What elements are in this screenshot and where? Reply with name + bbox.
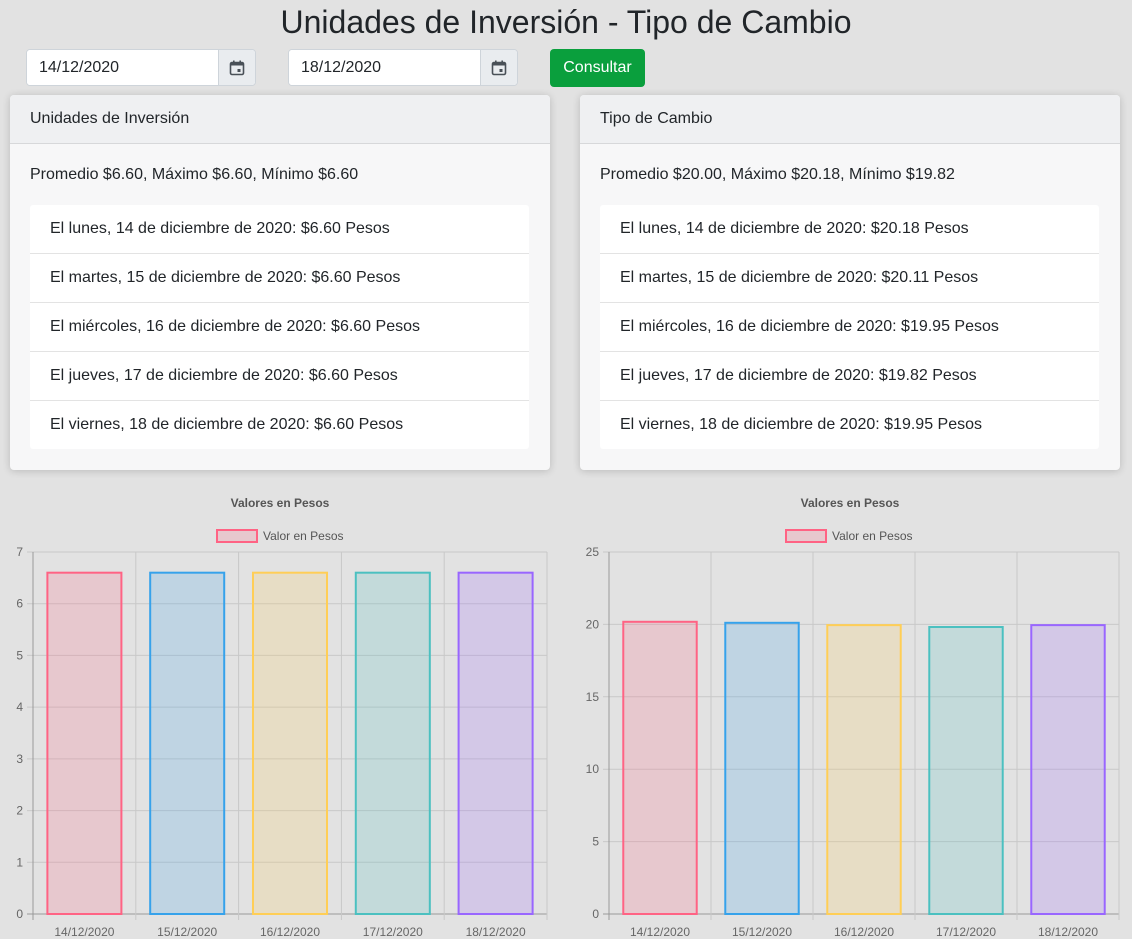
udis-bar[interactable] [354,571,431,916]
fx-y-tick-label: 5 [592,835,599,849]
list-item: El viernes, 18 de diciembre de 2020: $19… [620,416,983,433]
fx-summary: Promedio $20.00, Máximo $20.18, Mínimo $… [600,166,955,183]
start-date-calendar-button[interactable] [218,50,255,85]
start-date-input[interactable] [27,50,218,85]
udis-y-tick-label: 2 [16,804,23,818]
udis-bar-chart: Valores en Pesos Valor en Pesos 0 1 2 3 4 5 6 7 14… [16,496,548,939]
fx-y-tick-label: 0 [592,907,599,921]
udis-list: El lunes, 14 de diciembre de 2020: $6.60… [30,205,529,449]
list-item: El miércoles, 16 de diciembre de 2020: $… [600,303,1099,352]
fx-card-header: Tipo de Cambio [580,95,1120,144]
list-item: El jueves, 17 de diciembre de 2020: $19.… [600,352,1099,401]
fx-y-tick-label: 20 [586,617,600,631]
udis-chart-title: Valores en Pesos [231,496,330,510]
end-date-field[interactable] [288,49,518,86]
udis-summary: Promedio $6.60, Máximo $6.60, Mínimo $6.… [30,166,359,183]
udis-x-tick-label: 14/12/2020 [54,925,114,939]
fx-bar[interactable] [724,621,800,916]
udis-chart: Valores en Pesos Valor en Pesos 0 1 2 3 4 5 6 7 14… [0,488,560,939]
fx-bar-chart: Valores en Pesos Valor en Pesos 0 5 10 15 20 25… [586,496,1120,939]
list-item: El miércoles, 16 de diciembre de 2020: $… [30,303,529,352]
udis-card-header: Unidades de Inversión [10,95,550,144]
list-item: El lunes, 14 de diciembre de 2020: $6.60… [30,205,529,254]
udis-x-tick-label: 17/12/2020 [363,925,423,939]
udis-bar[interactable] [149,571,226,916]
fx-x-tick-label: 16/12/2020 [834,925,894,939]
fx-y-tick-label: 25 [586,545,600,559]
fx-legend-label[interactable]: Valor en Pesos [832,529,913,543]
udis-y-tick-label: 6 [16,597,23,611]
udis-y-tick-label: 0 [16,907,23,921]
fx-chart: Valores en Pesos Valor en Pesos 0 5 10 15 20 25… [570,488,1132,939]
udis-y-tick-label: 3 [16,752,23,766]
list-item: El lunes, 14 de diciembre de 2020: $20.1… [600,205,1099,254]
udis-y-tick-label: 1 [16,855,23,869]
consultar-button[interactable]: Consultar [550,49,645,87]
udis-card: Unidades de Inversión Promedio $6.60, Má… [10,95,550,470]
udis-y-tick-label: 4 [16,700,23,714]
page-title: Unidades de Inversión - Tipo de Cambio [280,4,852,40]
end-date-calendar-button[interactable] [480,50,517,85]
fx-x-tick-label: 15/12/2020 [732,925,792,939]
fx-x-tick-label: 14/12/2020 [630,925,690,939]
udis-bar[interactable] [46,571,123,916]
udis-y-tick-label: 5 [16,648,23,662]
fx-x-tick-label: 17/12/2020 [936,925,996,939]
udis-legend-swatch[interactable] [216,529,258,543]
fx-y-tick-label: 10 [586,762,600,776]
calendar-icon [491,60,507,75]
udis-x-tick-label: 18/12/2020 [466,925,526,939]
udis-y-tick-label: 7 [16,545,23,559]
list-item: El viernes, 18 de diciembre de 2020: $6.… [50,416,404,433]
list-item: El martes, 15 de diciembre de 2020: $20.… [600,254,1099,303]
fx-list: El lunes, 14 de diciembre de 2020: $20.1… [600,205,1099,449]
udis-x-tick-label: 15/12/2020 [157,925,217,939]
fx-bar[interactable] [826,624,902,915]
fx-card: Tipo de Cambio Promedio $20.00, Máximo $… [580,95,1120,470]
udis-legend-label[interactable]: Valor en Pesos [263,529,344,543]
fx-bar[interactable] [1030,624,1106,915]
start-date-field[interactable] [26,49,256,86]
list-item: El martes, 15 de diciembre de 2020: $6.6… [30,254,529,303]
fx-x-tick-label: 18/12/2020 [1038,925,1098,939]
fx-y-tick-label: 15 [586,690,600,704]
end-date-input[interactable] [289,50,480,85]
list-item: El jueves, 17 de diciembre de 2020: $6.6… [30,352,529,401]
fx-bar[interactable] [622,620,698,915]
udis-bar[interactable] [251,571,329,916]
page: Unidades de Inversión - Tipo de Cambio 1… [0,0,1132,939]
udis-x-tick-label: 16/12/2020 [260,925,320,939]
calendar-icon [229,60,245,75]
fx-chart-title: Valores en Pesos [801,496,900,510]
fx-legend-swatch[interactable] [785,529,827,543]
fx-bar[interactable] [928,626,1004,915]
udis-bar[interactable] [457,571,534,916]
